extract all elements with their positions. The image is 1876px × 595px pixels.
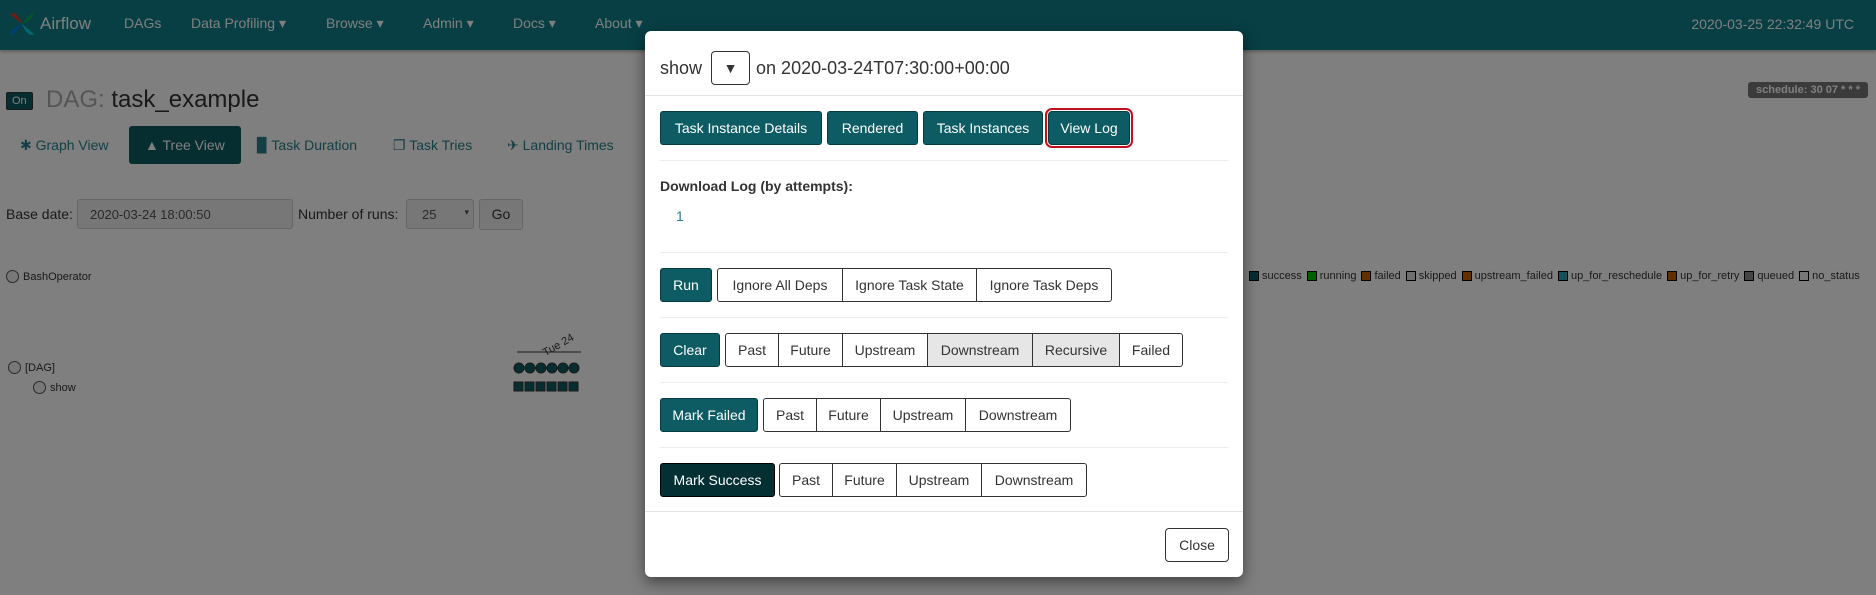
failed-future-toggle[interactable]: Future <box>816 398 881 432</box>
success-future-toggle[interactable]: Future <box>832 463 897 497</box>
clear-button[interactable]: Clear <box>660 333 720 367</box>
download-log-label: Download Log (by attempts): <box>660 178 853 194</box>
clear-downstream-toggle[interactable]: Downstream <box>927 333 1033 367</box>
divider <box>660 252 1228 253</box>
task-name: show <box>660 57 703 78</box>
clear-upstream-toggle[interactable]: Upstream <box>842 333 928 367</box>
rendered-button[interactable]: Rendered <box>827 111 918 145</box>
close-button[interactable]: Close <box>1165 528 1229 562</box>
success-downstream-toggle[interactable]: Downstream <box>981 463 1087 497</box>
divider <box>660 160 1228 161</box>
filter-icon: ▼ <box>723 60 738 76</box>
filter-button[interactable]: ▼ <box>711 51 751 85</box>
clear-past-toggle[interactable]: Past <box>725 333 779 367</box>
mark-failed-button[interactable]: Mark Failed <box>660 398 758 432</box>
log-attempt-link[interactable]: 1 <box>676 208 684 224</box>
task-instance-modal: show ▼ on 2020-03-24T07:30:00+00:00 Task… <box>645 31 1243 577</box>
view-log-button[interactable]: View Log <box>1045 108 1133 148</box>
clear-recursive-toggle[interactable]: Recursive <box>1032 333 1120 367</box>
clear-future-toggle[interactable]: Future <box>778 333 843 367</box>
run-button[interactable]: Run <box>660 268 712 302</box>
success-past-toggle[interactable]: Past <box>779 463 833 497</box>
modal-header: show ▼ on 2020-03-24T07:30:00+00:00 <box>645 31 1243 96</box>
failed-downstream-toggle[interactable]: Downstream <box>965 398 1071 432</box>
modal-footer: Close <box>645 511 1243 578</box>
divider <box>660 382 1228 383</box>
ignore-all-deps-toggle[interactable]: Ignore All Deps <box>717 268 843 302</box>
success-upstream-toggle[interactable]: Upstream <box>896 463 982 497</box>
failed-upstream-toggle[interactable]: Upstream <box>880 398 966 432</box>
task-instances-button[interactable]: Task Instances <box>923 111 1043 145</box>
failed-past-toggle[interactable]: Past <box>763 398 817 432</box>
task-instance-details-button[interactable]: Task Instance Details <box>660 111 822 145</box>
clear-failed-toggle[interactable]: Failed <box>1119 333 1183 367</box>
divider <box>660 447 1228 448</box>
ignore-task-state-toggle[interactable]: Ignore Task State <box>842 268 977 302</box>
ignore-task-deps-toggle[interactable]: Ignore Task Deps <box>976 268 1112 302</box>
execution-date: on 2020-03-24T07:30:00+00:00 <box>756 57 1010 78</box>
modal-title: show ▼ on 2020-03-24T07:30:00+00:00 <box>660 51 1010 85</box>
divider <box>660 317 1228 318</box>
mark-success-button[interactable]: Mark Success <box>660 463 775 497</box>
